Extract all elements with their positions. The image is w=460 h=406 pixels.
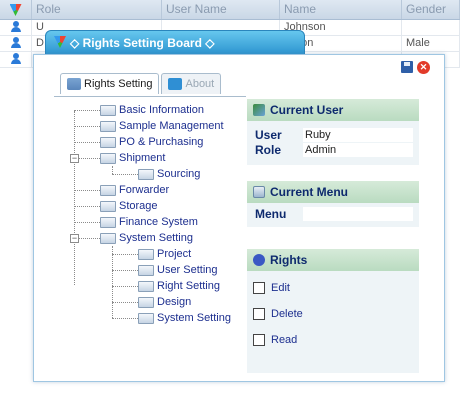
users-icon (253, 104, 265, 116)
tree-item-shipment[interactable]: Shipment (100, 150, 165, 166)
user-icon (10, 21, 21, 32)
delete-checkbox[interactable] (253, 308, 265, 320)
tree-item-design[interactable]: Design (138, 294, 191, 310)
folder-icon (100, 136, 116, 148)
close-icon[interactable]: ✕ (417, 61, 430, 74)
user-row: User Ruby (247, 127, 419, 142)
dialog-body: ✕ Rights Setting About − − Basic Informa… (33, 54, 445, 382)
folder-icon (138, 312, 154, 324)
tree-item-finance-system[interactable]: Finance System (100, 214, 198, 230)
current-user-panel: Current User User Ruby Role Admin (247, 99, 419, 165)
folder-icon (100, 104, 116, 116)
tree-item-system-setting[interactable]: System Setting (100, 230, 193, 246)
tab-rights-setting[interactable]: Rights Setting (60, 73, 160, 94)
right-option-read[interactable]: Read (247, 327, 419, 353)
rights-panel: Rights Edit Delete Read (247, 249, 419, 373)
column-header-role[interactable]: Role (32, 0, 162, 19)
column-header-gender[interactable]: Gender (402, 0, 460, 19)
tree-item-right-setting[interactable]: Right Setting (138, 278, 220, 294)
dialog-title: ◇ Rights Setting Board ◇ (70, 36, 215, 50)
collapse-toggle-system-setting[interactable]: − (70, 234, 79, 243)
save-icon[interactable] (401, 61, 413, 73)
grid-header-logo (0, 0, 32, 19)
role-row: Role Admin (247, 142, 419, 157)
info-icon (168, 78, 183, 90)
read-checkbox[interactable] (253, 334, 265, 346)
folder-icon (100, 152, 116, 164)
app-logo-icon (9, 4, 22, 16)
tree-item-user-setting[interactable]: User Setting (138, 262, 218, 278)
rights-setting-dialog: ◇ Rights Setting Board ◇ ✕ Rights Settin… (33, 30, 445, 382)
role-value: Admin (303, 142, 413, 157)
dialog-title-bar[interactable]: ◇ Rights Setting Board ◇ (45, 30, 305, 56)
dialog-tabs: Rights Setting About (60, 73, 222, 94)
folder-icon (100, 184, 116, 196)
app-logo-icon (54, 36, 66, 48)
right-option-delete[interactable]: Delete (247, 301, 419, 327)
tree-item-basic-information[interactable]: Basic Information (100, 102, 204, 118)
folder-icon (138, 248, 154, 260)
folder-icon (138, 296, 154, 308)
network-icon (67, 78, 81, 90)
current-menu-panel: Current Menu Menu (247, 181, 419, 227)
current-user-header: Current User (247, 99, 419, 121)
tree-item-storage[interactable]: Storage (100, 198, 158, 214)
column-header-name[interactable]: Name (280, 0, 402, 19)
tab-label: About (185, 78, 215, 90)
folder-icon (138, 280, 154, 292)
tree-item-po-purchasing[interactable]: PO & Purchasing (100, 134, 203, 150)
menu-value (303, 206, 413, 221)
folder-icon (100, 200, 116, 212)
rights-header: Rights (247, 249, 419, 271)
user-icon (10, 53, 21, 64)
user-value: Ruby (303, 127, 413, 142)
current-menu-header: Current Menu (247, 181, 419, 203)
menu-row: Menu (247, 206, 419, 221)
folder-icon (138, 168, 154, 180)
user-icon (10, 37, 21, 48)
tree-item-sourcing[interactable]: Sourcing (138, 166, 200, 182)
tree-item-system-setting-child[interactable]: System Setting (138, 310, 231, 326)
tree-item-project[interactable]: Project (138, 246, 191, 262)
folder-icon (100, 216, 116, 228)
menu-icon (253, 186, 265, 198)
tree-item-sample-management[interactable]: Sample Management (100, 118, 224, 134)
folder-icon (100, 120, 116, 132)
tree-item-forwarder[interactable]: Forwarder (100, 182, 169, 198)
tab-label: Rights Setting (84, 78, 153, 90)
grid-header: Role User Name Name Gender (0, 0, 460, 20)
right-option-edit[interactable]: Edit (247, 275, 419, 301)
collapse-toggle-shipment[interactable]: − (70, 154, 79, 163)
tab-about[interactable]: About (161, 73, 222, 94)
folder-icon (100, 232, 116, 244)
rights-icon (253, 254, 265, 266)
edit-checkbox[interactable] (253, 282, 265, 294)
folder-icon (138, 264, 154, 276)
column-header-username[interactable]: User Name (162, 0, 280, 19)
